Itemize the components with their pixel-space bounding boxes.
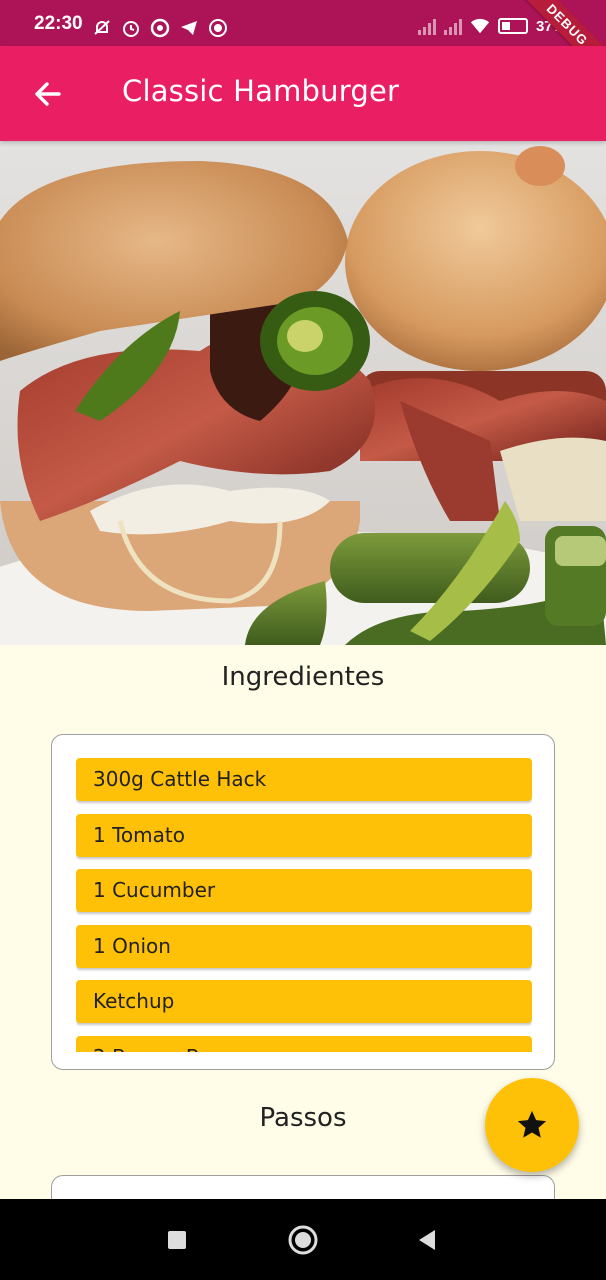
app-circle-icon xyxy=(150,18,170,38)
signal-icon-2 xyxy=(443,17,462,35)
triangle-back-icon xyxy=(419,1230,435,1250)
status-time: 22:30 xyxy=(34,13,83,34)
wifi-icon xyxy=(470,16,490,36)
system-nav-bar xyxy=(0,1199,606,1280)
page-title: Classic Hamburger xyxy=(122,74,400,108)
arrow-back-icon xyxy=(35,82,61,106)
notifications-off-icon xyxy=(92,18,112,38)
ingredient-item: 1 Onion xyxy=(76,924,532,968)
home-button[interactable] xyxy=(286,1223,320,1257)
circle-icon xyxy=(288,1225,318,1255)
ingredient-item: 2 Burger Buns xyxy=(76,1035,532,1052)
status-notification-icons xyxy=(92,18,228,38)
ingredient-item: 300g Cattle Hack xyxy=(76,758,532,801)
app-target-icon xyxy=(208,18,228,38)
recents-button[interactable] xyxy=(160,1223,194,1257)
ingredients-title: Ingredientes xyxy=(221,662,385,692)
app-bar: Classic Hamburger xyxy=(0,46,606,141)
star-icon xyxy=(517,1110,547,1138)
battery-icon xyxy=(497,18,528,34)
ingredient-item: 1 Tomato xyxy=(76,813,532,857)
status-bar: 22:30 37% DEBUG xyxy=(0,0,606,46)
recipe-image xyxy=(0,141,606,645)
telegram-icon xyxy=(179,18,199,38)
back-button[interactable] xyxy=(28,74,68,114)
back-nav-button[interactable] xyxy=(410,1223,444,1257)
ingredient-item: 1 Cucumber xyxy=(76,869,532,912)
favorite-button[interactable] xyxy=(485,1078,579,1172)
status-right-icons: 37% xyxy=(417,16,566,36)
ingredient-item: Ketchup xyxy=(76,980,532,1023)
ingredients-card: 300g Cattle Hack 1 Tomato 1 Cucumber 1 O… xyxy=(51,734,555,1070)
square-icon xyxy=(168,1231,186,1249)
ingredients-list[interactable]: 300g Cattle Hack 1 Tomato 1 Cucumber 1 O… xyxy=(76,758,532,1052)
signal-icon xyxy=(417,17,436,35)
alarm-icon xyxy=(121,18,141,38)
